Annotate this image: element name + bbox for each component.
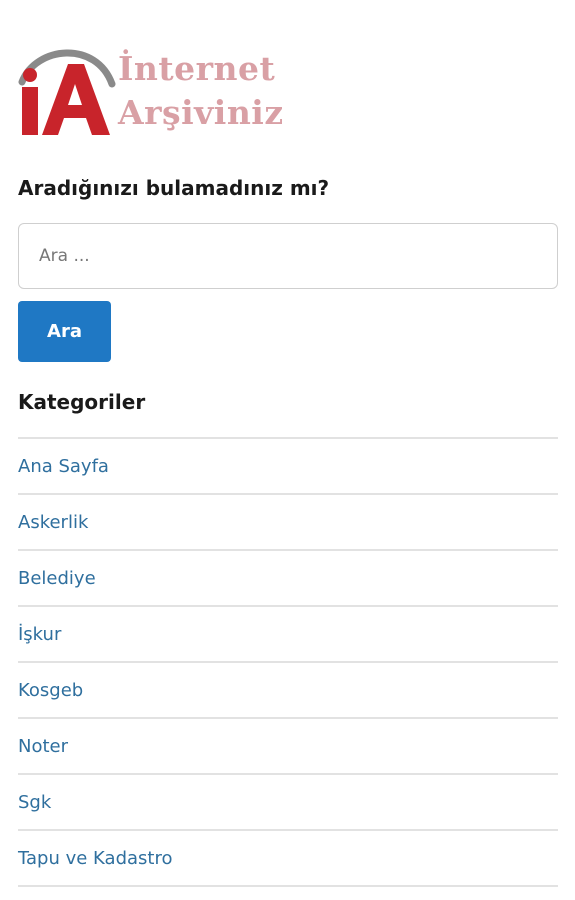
logo-wordmark: İnternet Arşiviniz — [118, 44, 284, 132]
category-item: Askerlik — [18, 495, 558, 551]
category-item: Kosgeb — [18, 663, 558, 719]
category-item: Noter — [18, 719, 558, 775]
category-link-belediye[interactable]: Belediye — [18, 568, 96, 589]
category-item: Belediye — [18, 551, 558, 607]
search-button[interactable]: Ara — [18, 301, 111, 362]
category-link-askerlik[interactable]: Askerlik — [18, 512, 88, 533]
category-link-kosgeb[interactable]: Kosgeb — [18, 680, 83, 701]
site-logo[interactable]: İnternet Arşiviniz — [18, 44, 318, 144]
category-item: Sgk — [18, 775, 558, 831]
category-item: Tapu ve Kadastro — [18, 831, 558, 887]
logo-line-2: Arşiviniz — [118, 93, 284, 132]
categories-heading: Kategoriler — [18, 390, 146, 414]
logo-mark-icon — [18, 49, 116, 135]
category-item: Ana Sayfa — [18, 439, 558, 495]
category-item: İşkur — [18, 607, 558, 663]
category-list: Ana Sayfa Askerlik Belediye İşkur Kosgeb… — [18, 437, 558, 887]
logo-line-1: İnternet — [118, 49, 276, 88]
category-link-sgk[interactable]: Sgk — [18, 792, 51, 813]
category-link-ana-sayfa[interactable]: Ana Sayfa — [18, 456, 109, 477]
search-heading: Aradığınızı bulamadınız mı? — [18, 176, 330, 200]
category-link-iskur[interactable]: İşkur — [18, 624, 61, 645]
search-input[interactable] — [18, 223, 558, 289]
category-link-noter[interactable]: Noter — [18, 736, 68, 757]
category-link-tapu-ve-kadastro[interactable]: Tapu ve Kadastro — [18, 848, 172, 869]
